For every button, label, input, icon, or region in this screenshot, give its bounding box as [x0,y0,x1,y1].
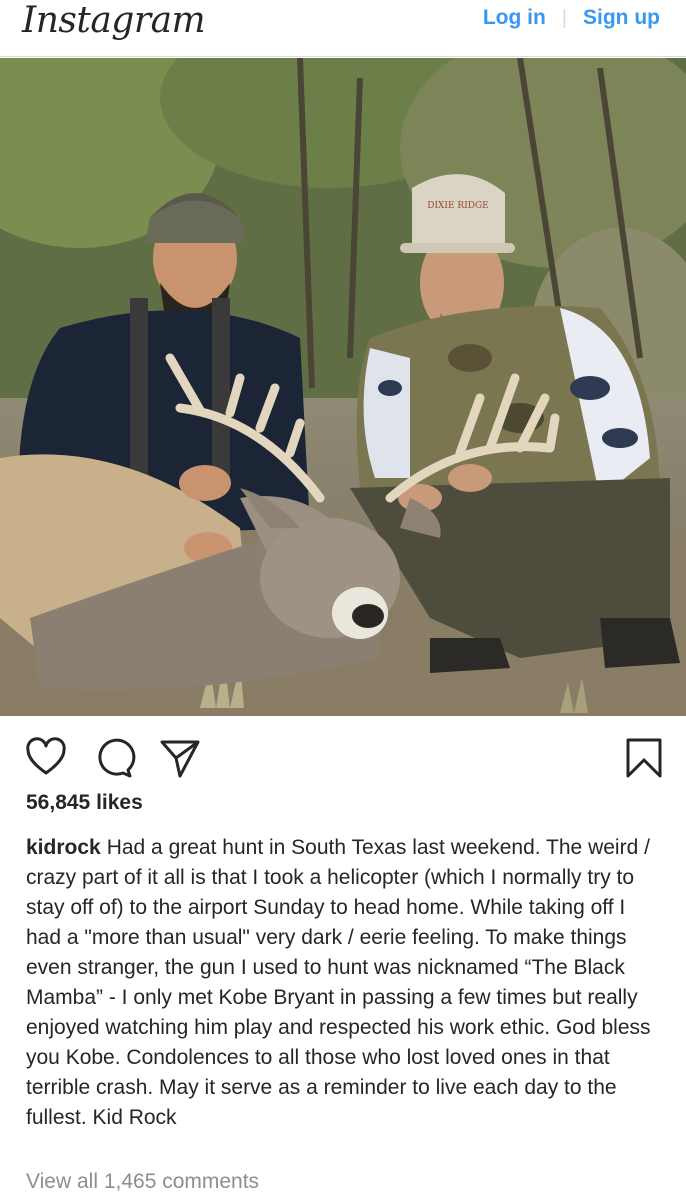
signup-link[interactable]: Sign up [583,6,660,30]
auth-links: Log in | Sign up [483,6,660,30]
comment-bubble-icon [98,738,136,778]
heart-icon [26,737,66,775]
auth-separator: | [561,6,567,29]
post-caption: kidrock Had a great hunt in South Texas l… [26,833,666,1133]
like-count[interactable]: 56,845 likes [26,791,143,815]
view-all-comments-link[interactable]: View all 1,465 comments [26,1170,259,1194]
share-button[interactable] [158,736,202,780]
comment-button[interactable] [92,736,136,780]
send-icon [160,740,200,778]
instagram-logo[interactable]: Instagram [22,0,206,41]
post-photo[interactable]: DIXIE RIDGE [0,58,686,716]
post-actions [0,716,686,794]
post-photo-image: DIXIE RIDGE [0,58,686,716]
caption-text: Had a great hunt in South Texas last wee… [26,836,651,1129]
caption-username[interactable]: kidrock [26,836,101,859]
save-button[interactable] [622,736,666,780]
top-bar: Instagram Log in | Sign up [0,0,686,57]
cap-logo-text: DIXIE RIDGE [427,201,488,211]
login-link[interactable]: Log in [483,6,546,30]
bookmark-icon [626,738,662,778]
like-button[interactable] [24,736,68,780]
